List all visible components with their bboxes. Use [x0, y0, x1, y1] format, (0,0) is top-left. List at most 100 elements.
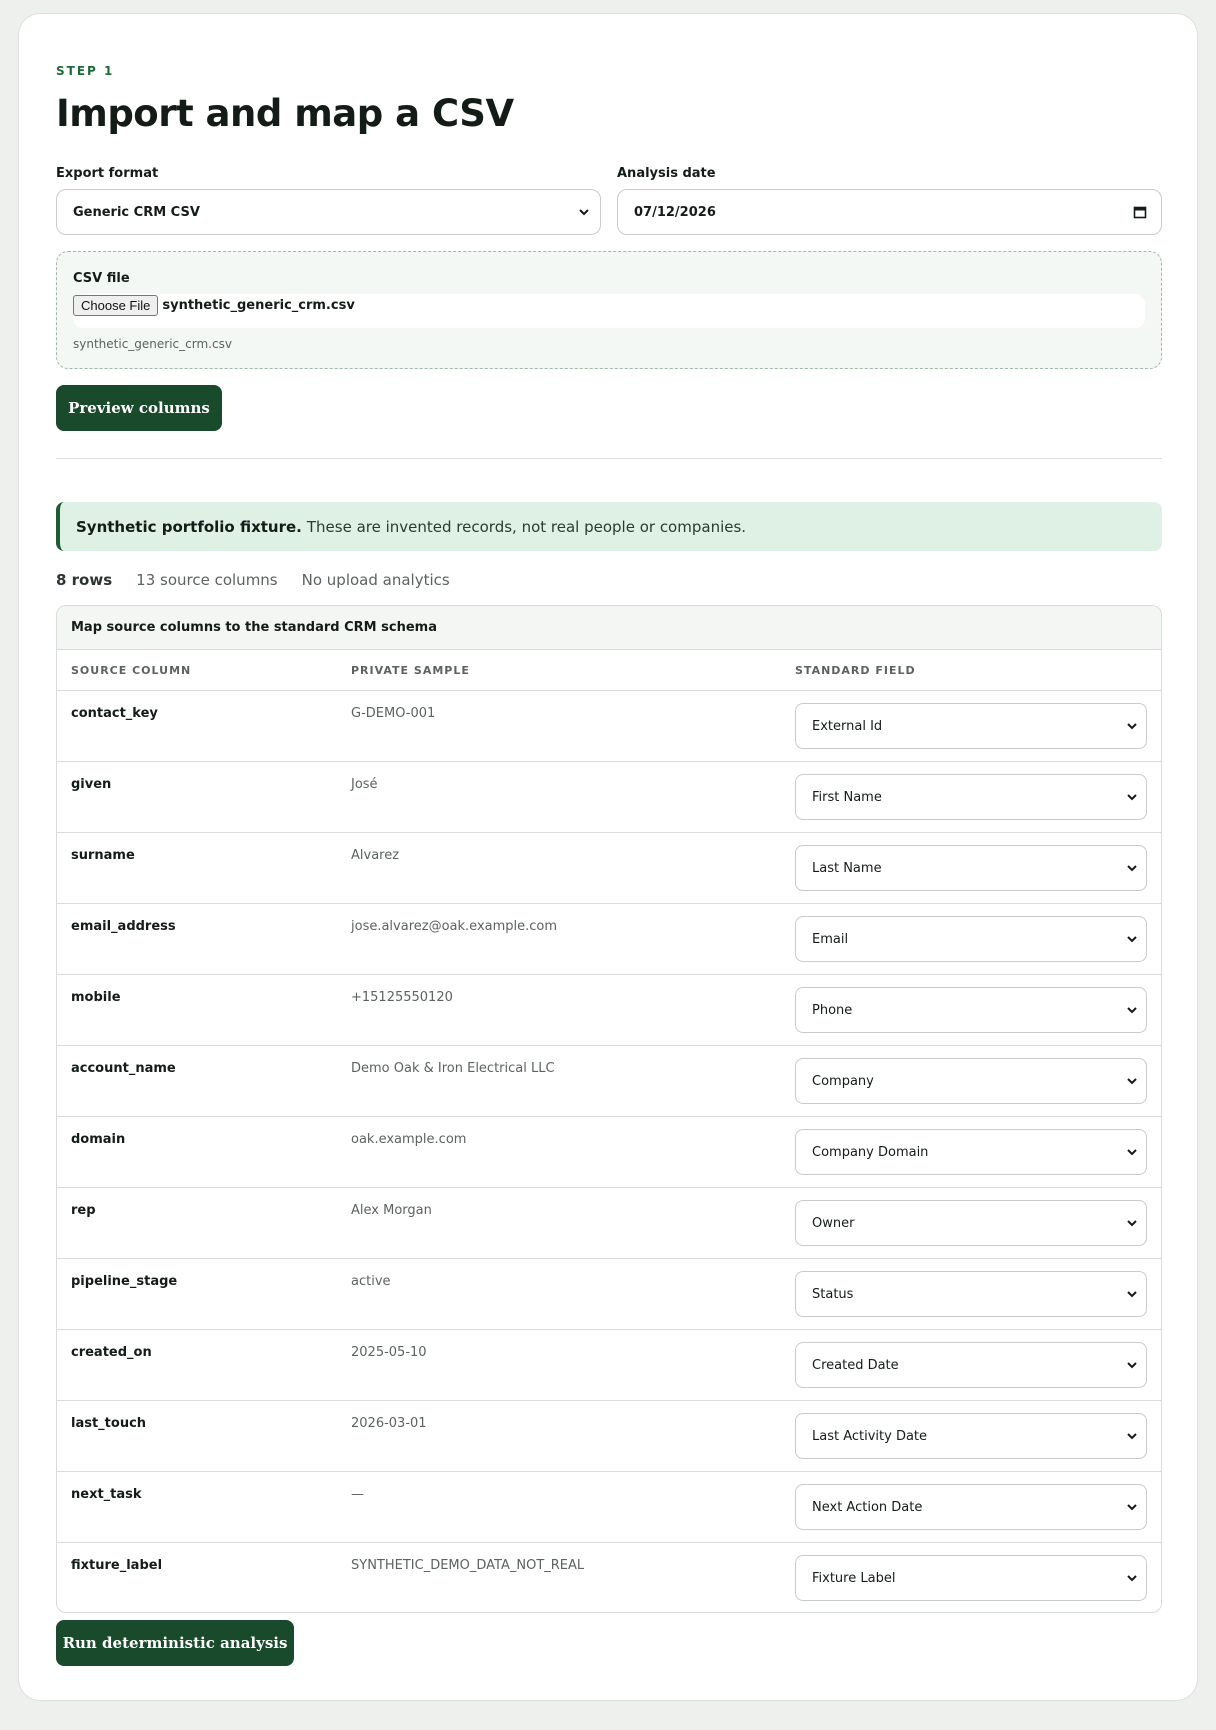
- csv-dropzone[interactable]: CSV file Choose File synthetic_generic_c…: [56, 251, 1162, 369]
- header-field: STANDARD FIELD: [795, 664, 916, 677]
- standard-field-select[interactable]: Created Date: [795, 1342, 1147, 1388]
- standard-field-value: Last Activity Date: [812, 1428, 928, 1444]
- standard-field-value: Fixture Label: [812, 1570, 896, 1586]
- standard-field-select[interactable]: Email: [795, 916, 1147, 962]
- standard-field-select[interactable]: Next Action Date: [795, 1484, 1147, 1530]
- selected-file-name: synthetic_generic_crm.csv: [162, 298, 355, 313]
- chevron-down-icon: [1127, 1220, 1137, 1227]
- source-column: mobile: [71, 990, 121, 1005]
- chevron-down-icon: [1127, 1078, 1137, 1085]
- source-column: contact_key: [71, 706, 158, 721]
- standard-field-value: Created Date: [812, 1357, 899, 1373]
- standard-field-value: Status: [812, 1286, 854, 1302]
- notice-text: These are invented records, not real peo…: [306, 517, 747, 536]
- chevron-down-icon: [1127, 1362, 1137, 1369]
- private-sample: +15125550120: [351, 990, 453, 1005]
- table-row: surname Alvarez Last Name: [57, 833, 1161, 904]
- standard-field-select[interactable]: Last Name: [795, 845, 1147, 891]
- stats-bar: 8 rows 13 source columns No upload analy…: [56, 571, 450, 589]
- export-format-value: Generic CRM CSV: [73, 204, 200, 220]
- table-row: rep Alex Morgan Owner: [57, 1188, 1161, 1259]
- csv-file-label: CSV file: [73, 271, 130, 286]
- chevron-down-icon: [1127, 1149, 1137, 1156]
- source-column: created_on: [71, 1345, 152, 1360]
- table-row: domain oak.example.com Company Domain: [57, 1117, 1161, 1188]
- preview-columns-button[interactable]: Preview columns: [56, 385, 222, 431]
- standard-field-select[interactable]: Status: [795, 1271, 1147, 1317]
- source-column: next_task: [71, 1487, 142, 1502]
- table-row: next_task — Next Action Date: [57, 1472, 1161, 1543]
- standard-field-value: First Name: [812, 789, 882, 805]
- standard-field-value: Phone: [812, 1002, 853, 1018]
- run-analysis-button[interactable]: Run deterministic analysis: [56, 1620, 294, 1666]
- standard-field-select[interactable]: Owner: [795, 1200, 1147, 1246]
- calendar-icon[interactable]: [1133, 205, 1147, 219]
- standard-field-select[interactable]: Fixture Label: [795, 1555, 1147, 1601]
- standard-field-value: External Id: [812, 718, 883, 734]
- chevron-down-icon: [579, 209, 589, 216]
- file-hint: synthetic_generic_crm.csv: [73, 337, 232, 351]
- private-sample: Demo Oak & Iron Electrical LLC: [351, 1061, 555, 1076]
- standard-field-value: Company: [812, 1073, 874, 1089]
- standard-field-select[interactable]: External Id: [795, 703, 1147, 749]
- table-row: contact_key G-DEMO-001 External Id: [57, 691, 1161, 762]
- table-header: SOURCE COLUMN PRIVATE SAMPLE STANDARD FI…: [57, 650, 1161, 691]
- table-row: given José First Name: [57, 762, 1161, 833]
- chevron-down-icon: [1127, 936, 1137, 943]
- column-count: 13 source columns: [136, 571, 278, 589]
- analysis-date-input[interactable]: 07/12/2026: [617, 189, 1162, 235]
- private-sample: —: [351, 1487, 364, 1502]
- chevron-down-icon: [1127, 1433, 1137, 1440]
- analytics-status: No upload analytics: [301, 571, 450, 589]
- source-column: pipeline_stage: [71, 1274, 178, 1289]
- source-column: rep: [71, 1203, 96, 1218]
- standard-field-value: Email: [812, 931, 849, 947]
- table-row: fixture_label SYNTHETIC_DEMO_DATA_NOT_REA…: [57, 1543, 1161, 1612]
- table-row: last_touch 2026-03-01 Last Activity Date: [57, 1401, 1161, 1472]
- analysis-date-label: Analysis date: [617, 166, 716, 181]
- source-column: given: [71, 777, 112, 792]
- import-card: STEP 1 Import and map a CSV Export forma…: [18, 13, 1198, 1701]
- standard-field-select[interactable]: First Name: [795, 774, 1147, 820]
- private-sample: jose.alvarez@oak.example.com: [351, 919, 558, 934]
- synthetic-notice: Synthetic portfolio fixture. These are i…: [56, 502, 1162, 551]
- private-sample: SYNTHETIC_DEMO_DATA_NOT_REAL: [351, 1558, 585, 1573]
- chevron-down-icon: [1127, 723, 1137, 730]
- standard-field-select[interactable]: Phone: [795, 987, 1147, 1033]
- source-column: account_name: [71, 1061, 176, 1076]
- table-body: contact_key G-DEMO-001 External Id given Jos…: [57, 691, 1161, 1612]
- standard-field-select[interactable]: Company: [795, 1058, 1147, 1104]
- file-input[interactable]: Choose File synthetic_generic_crm.csv: [73, 294, 1145, 328]
- page-title: Import and map a CSV: [56, 92, 514, 135]
- choose-file-button[interactable]: Choose File: [73, 295, 159, 316]
- chevron-down-icon: [1127, 794, 1137, 801]
- table-row: pipeline_stage active Status: [57, 1259, 1161, 1330]
- private-sample: 2026-03-01: [351, 1416, 427, 1431]
- chevron-down-icon: [1127, 1007, 1137, 1014]
- private-sample: Alvarez: [351, 848, 400, 863]
- standard-field-select[interactable]: Last Activity Date: [795, 1413, 1147, 1459]
- mapping-title: Map source columns to the standard CRM s…: [57, 606, 1161, 650]
- mapping-table: Map source columns to the standard CRM s…: [56, 605, 1162, 1613]
- private-sample: active: [351, 1274, 391, 1289]
- chevron-down-icon: [1127, 865, 1137, 872]
- notice-bold: Synthetic portfolio fixture.: [76, 517, 302, 536]
- private-sample: oak.example.com: [351, 1132, 467, 1147]
- standard-field-select[interactable]: Company Domain: [795, 1129, 1147, 1175]
- chevron-down-icon: [1127, 1291, 1137, 1298]
- table-row: mobile +15125550120 Phone: [57, 975, 1161, 1046]
- header-source: SOURCE COLUMN: [71, 664, 192, 677]
- divider: [56, 458, 1162, 459]
- table-row: account_name Demo Oak & Iron Electrical L…: [57, 1046, 1161, 1117]
- source-column: last_touch: [71, 1416, 147, 1431]
- private-sample: José: [351, 777, 378, 792]
- private-sample: G-DEMO-001: [351, 706, 436, 721]
- standard-field-value: Owner: [812, 1215, 855, 1231]
- export-format-select[interactable]: Generic CRM CSV: [56, 189, 601, 235]
- step-eyebrow: STEP 1: [56, 64, 115, 78]
- source-column: domain: [71, 1132, 126, 1147]
- private-sample: 2025-05-10: [351, 1345, 427, 1360]
- private-sample: Alex Morgan: [351, 1203, 432, 1218]
- chevron-down-icon: [1127, 1575, 1137, 1582]
- source-column: fixture_label: [71, 1558, 163, 1573]
